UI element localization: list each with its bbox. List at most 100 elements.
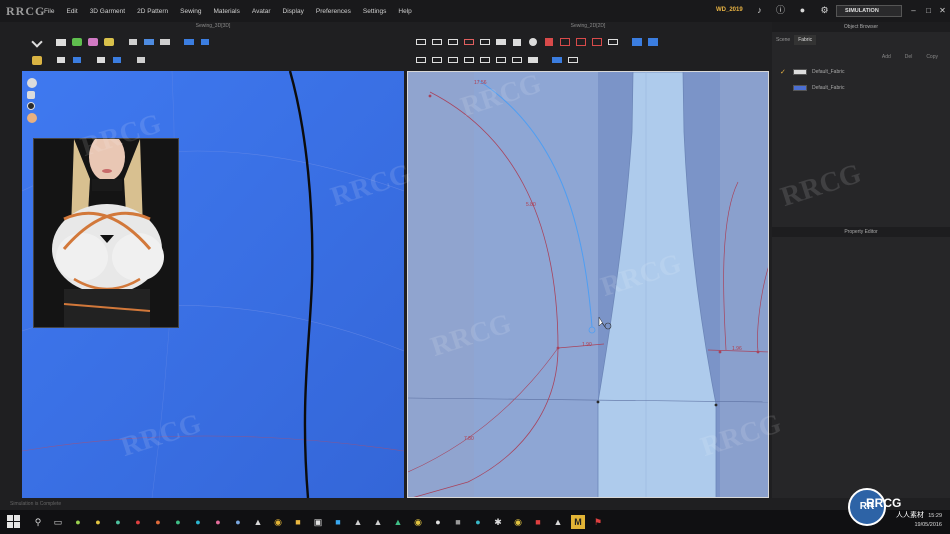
tray-app-icon-10[interactable]: ▲ xyxy=(251,515,265,529)
tray-app-icon-5[interactable]: ● xyxy=(151,515,165,529)
internal-circle-icon[interactable] xyxy=(574,36,588,48)
notch-tool-icon[interactable] xyxy=(606,36,620,48)
shirt-yellow-icon[interactable] xyxy=(102,36,116,48)
check-sewing-icon[interactable] xyxy=(566,54,580,66)
tray-app-icon-2[interactable]: ● xyxy=(91,515,105,529)
app-icon-figure[interactable]: ✱ xyxy=(491,515,505,529)
marvelous-icon[interactable]: ▲ xyxy=(351,515,365,529)
sewing-tool-icon[interactable] xyxy=(630,36,644,48)
add-fabric-button[interactable]: Add xyxy=(882,54,891,60)
texture-icon[interactable] xyxy=(526,54,540,66)
menu-file[interactable]: File xyxy=(38,8,60,15)
app-icon-candle[interactable]: ▲ xyxy=(551,515,565,529)
point-blue-tool-icon[interactable] xyxy=(110,54,124,66)
circle-tool-icon[interactable] xyxy=(526,36,540,48)
point-tool-icon[interactable] xyxy=(94,54,108,66)
app-icon-red[interactable]: ■ xyxy=(531,515,545,529)
avatar-visibility-icon[interactable] xyxy=(27,78,37,88)
viewport-2d[interactable]: 17.56 5.80 1.90 7.80 1.96 xyxy=(407,71,769,498)
delete-fabric-button[interactable]: Del xyxy=(905,54,913,60)
tray-app-icon-7[interactable]: ● xyxy=(191,515,205,529)
pattern-select-icon[interactable] xyxy=(414,36,428,48)
maximize-icon[interactable]: □ xyxy=(923,5,934,16)
app-icon-yellow[interactable]: ◉ xyxy=(411,515,425,529)
minimize-icon[interactable]: – xyxy=(908,5,919,16)
tab-scene[interactable]: Scene xyxy=(772,37,794,43)
fold-pattern-icon[interactable] xyxy=(446,54,460,66)
pattern-curve-icon[interactable] xyxy=(462,36,476,48)
menu-preferences[interactable]: Preferences xyxy=(310,8,357,15)
app-icon-m-yellow[interactable]: M xyxy=(571,515,585,529)
trace-tool-icon[interactable] xyxy=(414,54,428,66)
search-icon[interactable]: ⚲ xyxy=(31,515,45,529)
menu-sewing[interactable]: Sewing xyxy=(174,8,207,15)
pattern-seam-icon[interactable] xyxy=(478,36,492,48)
tray-app-icon-4[interactable]: ● xyxy=(131,515,145,529)
garment-visibility-icon[interactable] xyxy=(27,91,35,99)
file-explorer-icon[interactable]: ▣ xyxy=(311,515,325,529)
tray-app-icon-6[interactable]: ● xyxy=(171,515,185,529)
unfold-icon[interactable] xyxy=(478,54,492,66)
menu-settings[interactable]: Settings xyxy=(357,8,393,15)
avatar-tool-icon[interactable] xyxy=(30,54,44,66)
measure-tool-icon[interactable] xyxy=(70,54,84,66)
shirt-pink-icon[interactable] xyxy=(86,36,100,48)
transform-tool-icon[interactable] xyxy=(134,54,148,66)
app-icon-flag[interactable]: ⚑ xyxy=(591,515,605,529)
pattern-point-icon[interactable] xyxy=(446,36,460,48)
tray-app-icon-3[interactable]: ● xyxy=(111,515,125,529)
symmetry-icon[interactable] xyxy=(462,54,476,66)
menu-3d-garment[interactable]: 3D Garment xyxy=(84,8,131,15)
fabric-list-item[interactable]: Default_Fabric xyxy=(772,80,950,96)
tray-app-icon-1[interactable]: ● xyxy=(71,515,85,529)
menu-display[interactable]: Display xyxy=(277,8,310,15)
photoshop-icon[interactable]: ■ xyxy=(331,515,345,529)
app-icon-q[interactable]: ● xyxy=(431,515,445,529)
fabric-list-item[interactable]: ✓ Default_Fabric xyxy=(772,64,950,80)
gear-icon[interactable]: ⚙ xyxy=(819,5,830,16)
volume-icon[interactable]: ♪ xyxy=(754,5,765,16)
menu-help[interactable]: Help xyxy=(392,8,417,15)
app-icon-gray[interactable]: ■ xyxy=(451,515,465,529)
pattern-visibility-icon[interactable] xyxy=(27,102,35,110)
folder-icon[interactable]: ■ xyxy=(291,515,305,529)
menu-edit[interactable]: Edit xyxy=(60,8,83,15)
app-icon-teal[interactable]: ● xyxy=(471,515,485,529)
shirt-green-icon[interactable] xyxy=(70,36,84,48)
fit-tool-icon[interactable] xyxy=(198,36,212,48)
info-icon[interactable]: ⓘ xyxy=(775,5,786,16)
garment-tool-icon[interactable] xyxy=(54,36,68,48)
tab-fabric[interactable]: Fabric xyxy=(794,35,817,45)
simulation-button[interactable]: SIMULATION xyxy=(836,5,902,17)
fold-tool-icon[interactable] xyxy=(142,36,156,48)
internal-rect-icon[interactable] xyxy=(558,36,572,48)
edit-sewing-icon[interactable] xyxy=(550,54,564,66)
user-icon[interactable]: ● xyxy=(797,5,808,16)
tray-app-icon-9[interactable]: ● xyxy=(231,515,245,529)
square-tool-icon[interactable] xyxy=(510,36,524,48)
arrange-tool-icon[interactable] xyxy=(182,36,196,48)
pattern-edit-icon[interactable] xyxy=(430,36,444,48)
tray-app-icon-8[interactable]: ● xyxy=(211,515,225,529)
select-tool-icon[interactable] xyxy=(30,36,44,48)
tape-tool-icon[interactable] xyxy=(54,54,68,66)
pin-tool-icon[interactable] xyxy=(158,36,172,48)
menu-avatar[interactable]: Avatar xyxy=(246,8,277,15)
internal-line-icon[interactable] xyxy=(590,36,604,48)
app-icon-green[interactable]: ▲ xyxy=(391,515,405,529)
app-icon-m[interactable]: ▲ xyxy=(371,515,385,529)
app-icon-orb[interactable]: ◉ xyxy=(511,515,525,529)
copy-fabric-button[interactable]: Copy xyxy=(926,54,938,60)
close-icon[interactable]: ✕ xyxy=(937,5,948,16)
free-sewing-icon[interactable] xyxy=(646,36,660,48)
menu-2d-pattern[interactable]: 2D Pattern xyxy=(131,8,174,15)
grade-icon[interactable] xyxy=(510,54,524,66)
chrome-icon[interactable]: ◉ xyxy=(271,515,285,529)
offset-tool-icon[interactable] xyxy=(430,54,444,66)
slash-spread-icon[interactable] xyxy=(494,54,508,66)
move-tool-icon[interactable] xyxy=(126,36,140,48)
windows-start-icon[interactable] xyxy=(6,514,22,530)
dart-tool-icon[interactable] xyxy=(542,36,556,48)
menu-materials[interactable]: Materials xyxy=(208,8,246,15)
skin-visibility-icon[interactable] xyxy=(27,113,37,123)
